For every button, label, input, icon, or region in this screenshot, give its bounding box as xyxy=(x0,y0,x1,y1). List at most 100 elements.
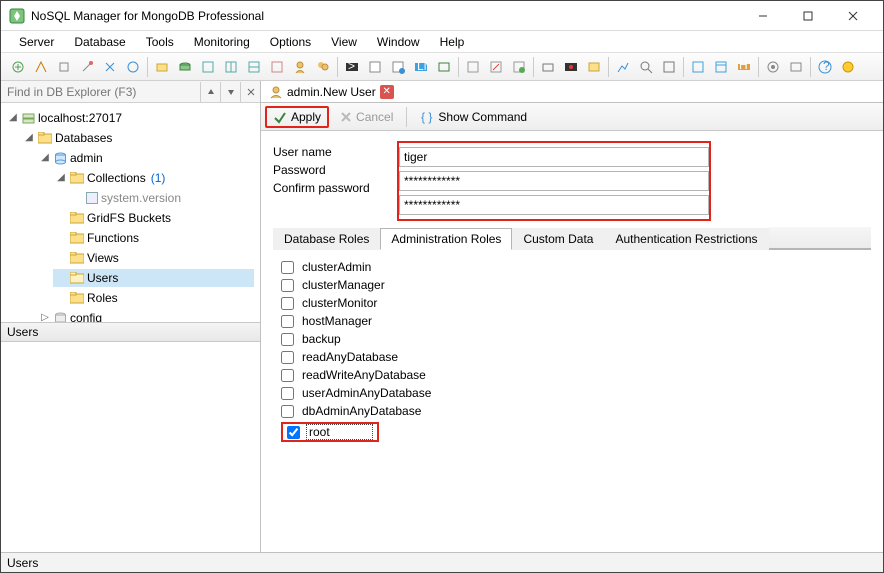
find-up-button[interactable] xyxy=(200,82,220,102)
tree-db-config[interactable]: ▷config xyxy=(37,309,254,322)
tbicon-27[interactable] xyxy=(635,56,657,78)
menu-window[interactable]: Window xyxy=(367,33,430,51)
role-checkbox-clustermonitor[interactable] xyxy=(281,297,294,310)
menu-help[interactable]: Help xyxy=(430,33,475,51)
tbicon-12[interactable] xyxy=(266,56,288,78)
tbicon-15[interactable]: >_ xyxy=(341,56,363,78)
role-checkbox-dbadminanydatabase[interactable] xyxy=(281,405,294,418)
users-list-pane[interactable] xyxy=(1,342,260,553)
show-command-button[interactable]: { } Show Command xyxy=(413,106,534,128)
tbicon-32[interactable] xyxy=(762,56,784,78)
tbicon-1[interactable] xyxy=(7,56,29,78)
tbicon-7[interactable] xyxy=(151,56,173,78)
close-window-button[interactable] xyxy=(830,2,875,30)
collapse-icon[interactable]: ◢ xyxy=(7,109,19,127)
username-input[interactable] xyxy=(399,147,709,167)
role-label[interactable]: clusterMonitor xyxy=(300,296,379,310)
tbicon-35[interactable] xyxy=(837,56,859,78)
tbicon-2[interactable] xyxy=(30,56,52,78)
tab-custom-data[interactable]: Custom Data xyxy=(512,228,604,250)
tbicon-24[interactable] xyxy=(560,56,582,78)
tbicon-22[interactable] xyxy=(508,56,530,78)
minimize-button[interactable] xyxy=(740,2,785,30)
tbicon-6[interactable] xyxy=(122,56,144,78)
expand-icon[interactable]: ▷ xyxy=(39,309,51,322)
tree-system-version[interactable]: system.version xyxy=(69,189,254,207)
role-label[interactable]: userAdminAnyDatabase xyxy=(300,386,433,400)
tbicon-23[interactable] xyxy=(537,56,559,78)
menu-view[interactable]: View xyxy=(321,33,367,51)
confirm-input[interactable] xyxy=(399,195,709,215)
tree-users[interactable]: Users xyxy=(53,269,254,287)
tree-roles[interactable]: Roles xyxy=(53,289,254,307)
menu-monitoring[interactable]: Monitoring xyxy=(184,33,260,51)
tree-gridfs[interactable]: GridFS Buckets xyxy=(53,209,254,227)
role-checkbox-readanydatabase[interactable] xyxy=(281,351,294,364)
tab-database-roles[interactable]: Database Roles xyxy=(273,228,380,250)
role-label[interactable]: dbAdminAnyDatabase xyxy=(300,404,423,418)
tbicon-3[interactable] xyxy=(53,56,75,78)
tree-db-admin[interactable]: ◢ admin xyxy=(37,149,254,167)
role-checkbox-clustermanager[interactable] xyxy=(281,279,294,292)
menu-options[interactable]: Options xyxy=(260,33,321,51)
role-label[interactable]: clusterManager xyxy=(300,278,387,292)
collapse-icon[interactable]: ◢ xyxy=(23,129,35,147)
find-close-button[interactable] xyxy=(240,82,260,102)
tree-functions[interactable]: Functions xyxy=(53,229,254,247)
tbicon-19[interactable] xyxy=(433,56,455,78)
cancel-button[interactable]: Cancel xyxy=(333,106,400,128)
role-label[interactable]: hostManager xyxy=(300,314,374,328)
tbicon-14[interactable] xyxy=(312,56,334,78)
tree-collections[interactable]: ◢ Collections (1) xyxy=(53,169,254,187)
tbicon-31[interactable]: HTTP xyxy=(733,56,755,78)
maximize-button[interactable] xyxy=(785,2,830,30)
collapse-icon[interactable]: ◢ xyxy=(55,169,67,187)
tbicon-9[interactable] xyxy=(197,56,219,78)
role-checkbox-readwriteanydatabase[interactable] xyxy=(281,369,294,382)
find-down-button[interactable] xyxy=(220,82,240,102)
tbicon-26[interactable] xyxy=(612,56,634,78)
role-checkbox-hostmanager[interactable] xyxy=(281,315,294,328)
db-explorer-tree[interactable]: ◢ localhost:27017 ◢ Databases xyxy=(1,103,260,322)
password-input[interactable] xyxy=(399,171,709,191)
tbicon-25[interactable] xyxy=(583,56,605,78)
menu-server[interactable]: Server xyxy=(9,33,64,51)
tbicon-21[interactable] xyxy=(485,56,507,78)
role-label[interactable]: root xyxy=(306,424,373,440)
tab-administration-roles[interactable]: Administration Roles xyxy=(380,228,512,250)
tbicon-30[interactable] xyxy=(710,56,732,78)
tbicon-18[interactable]: LNQ xyxy=(410,56,432,78)
tbicon-17[interactable] xyxy=(387,56,409,78)
menu-tools[interactable]: Tools xyxy=(136,33,184,51)
tree-databases[interactable]: ◢ Databases xyxy=(21,129,254,147)
tbicon-4[interactable] xyxy=(76,56,98,78)
tbicon-13[interactable] xyxy=(289,56,311,78)
menu-database[interactable]: Database xyxy=(64,33,135,51)
role-label[interactable]: clusterAdmin xyxy=(300,260,373,274)
tree-views[interactable]: Views xyxy=(53,249,254,267)
tbicon-16[interactable] xyxy=(364,56,386,78)
tbicon-11[interactable] xyxy=(243,56,265,78)
tbicon-8[interactable] xyxy=(174,56,196,78)
role-checkbox-useradminanydatabase[interactable] xyxy=(281,387,294,400)
tbicon-28[interactable] xyxy=(658,56,680,78)
tbicon-29[interactable] xyxy=(687,56,709,78)
tbicon-20[interactable] xyxy=(462,56,484,78)
role-label[interactable]: backup xyxy=(300,332,343,346)
tab-auth-restrictions[interactable]: Authentication Restrictions xyxy=(604,228,768,250)
role-label[interactable]: readAnyDatabase xyxy=(300,350,400,364)
close-tab-button[interactable]: ✕ xyxy=(380,85,394,99)
role-label[interactable]: readWriteAnyDatabase xyxy=(300,368,428,382)
tree-host[interactable]: ◢ localhost:27017 xyxy=(5,109,254,127)
editor-tab[interactable]: admin.New User ✕ xyxy=(265,84,398,100)
tbicon-10[interactable] xyxy=(220,56,242,78)
tbicon-33[interactable] xyxy=(785,56,807,78)
role-checkbox-clusteradmin[interactable] xyxy=(281,261,294,274)
tbicon-5[interactable] xyxy=(99,56,121,78)
tbicon-34[interactable]: ? xyxy=(814,56,836,78)
role-checkbox-backup[interactable] xyxy=(281,333,294,346)
apply-button[interactable]: Apply xyxy=(265,106,329,128)
collapse-icon[interactable]: ◢ xyxy=(39,149,51,167)
find-input[interactable] xyxy=(1,83,200,101)
role-checkbox-root[interactable] xyxy=(287,426,300,439)
